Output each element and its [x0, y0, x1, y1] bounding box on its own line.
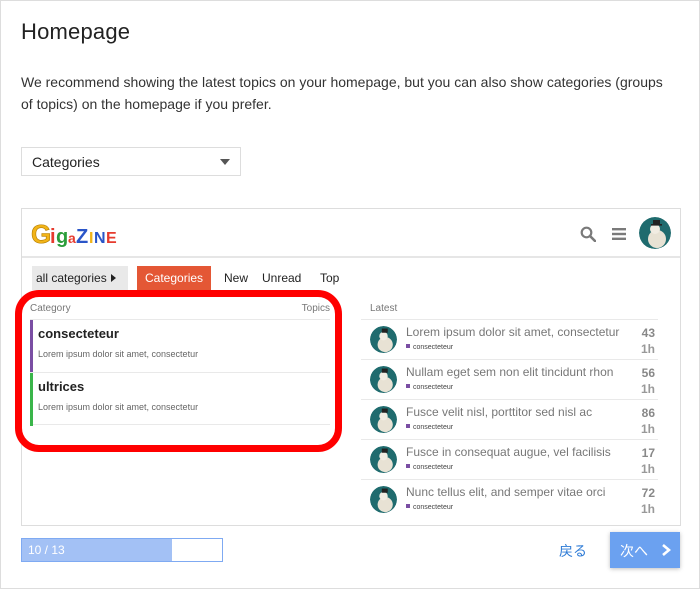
- categories-column: Category Topics consecteteur Lorem ipsum…: [30, 299, 330, 426]
- user-avatar[interactable]: [639, 217, 671, 249]
- svg-text:i: i: [50, 226, 56, 248]
- svg-text:E: E: [106, 230, 117, 247]
- category-square-icon: [406, 504, 410, 508]
- topic-age: 1h: [640, 382, 655, 396]
- all-categories-dropdown[interactable]: all categories: [32, 266, 128, 290]
- wizard-step-panel: Homepage We recommend showing the latest…: [0, 0, 700, 589]
- categories-column-header: Category Topics: [30, 299, 330, 319]
- tab-categories[interactable]: Categories: [137, 266, 212, 290]
- user-avatar: [370, 366, 397, 393]
- topics-header-label: Topics: [301, 303, 330, 314]
- back-button[interactable]: 戻る: [559, 541, 587, 561]
- all-categories-label: all categories: [36, 271, 107, 285]
- topic-category-tag: consecteteur: [406, 424, 453, 431]
- search-icon[interactable]: [580, 226, 596, 242]
- topic-age: 1h: [640, 422, 655, 436]
- page-description: We recommend showing the latest topics o…: [21, 74, 663, 112]
- topic-title[interactable]: Fusce in consequat augue, vel facilisis: [406, 445, 636, 459]
- latest-topic-row[interactable]: Nullam eget sem non elit tincidunt rhon c…: [361, 359, 658, 399]
- latest-topic-row[interactable]: Nunc tellus elit, and semper vitae orci c…: [361, 479, 658, 519]
- topic-title[interactable]: Lorem ipsum dolor sit amet, consectetur: [406, 325, 636, 339]
- category-square-icon: [406, 344, 410, 348]
- latest-topic-row[interactable]: Lorem ipsum dolor sit amet, consectetur c…: [361, 319, 658, 359]
- topic-category-tag: consecteteur: [406, 464, 453, 471]
- category-row[interactable]: ultrices Lorem ipsum dolor sit amet, con…: [30, 372, 330, 426]
- svg-text:g: g: [56, 226, 68, 248]
- svg-text:N: N: [94, 230, 106, 247]
- user-avatar: [370, 326, 397, 353]
- category-square-icon: [406, 384, 410, 388]
- hamburger-menu-icon[interactable]: [611, 226, 627, 242]
- caret-right-icon: [110, 274, 116, 282]
- wizard-progress-bar: 10 / 13: [21, 538, 223, 562]
- category-name: consecteteur: [38, 326, 119, 341]
- homepage-style-value: Categories: [32, 154, 100, 170]
- topic-age: 1h: [640, 462, 655, 476]
- category-row[interactable]: consecteteur Lorem ipsum dolor sit amet,…: [30, 319, 330, 373]
- category-description: Lorem ipsum dolor sit amet, consectetur: [38, 402, 199, 412]
- tab-new[interactable]: New: [224, 266, 248, 290]
- category-name: ultrices: [38, 379, 85, 394]
- category-header-label: Category: [30, 303, 71, 314]
- topic-category-tag: consecteteur: [406, 344, 453, 351]
- latest-column: Latest Lorem ipsum dolor sit amet, conse…: [361, 299, 658, 519]
- topic-post-count: 17: [641, 446, 655, 460]
- category-square-icon: [406, 464, 410, 468]
- homepage-style-select[interactable]: Categories: [21, 147, 241, 176]
- topic-category-tag: consecteteur: [406, 384, 453, 391]
- topic-post-count: 72: [641, 486, 655, 500]
- topic-age: 1h: [640, 342, 655, 356]
- homepage-preview: G i g a Z I N E all categories Categorie…: [21, 208, 681, 526]
- chevron-right-icon: [662, 544, 671, 556]
- tab-unread[interactable]: Unread: [262, 266, 301, 290]
- topic-post-count: 43: [641, 326, 655, 340]
- topic-category-label: consecteteur: [413, 504, 454, 511]
- topic-age: 1h: [640, 502, 655, 516]
- topic-category-label: consecteteur: [413, 384, 454, 391]
- latest-header: Latest: [370, 303, 398, 314]
- user-avatar: [370, 406, 397, 433]
- progress-label: 10 / 13: [28, 543, 65, 557]
- next-button-label: 次へ: [620, 544, 648, 560]
- preview-header: G i g a Z I N E: [22, 209, 680, 258]
- user-avatar: [370, 486, 397, 513]
- svg-text:a: a: [68, 230, 76, 246]
- gigazine-logo: G i g a Z I N E: [31, 219, 117, 248]
- topic-category-label: consecteteur: [413, 424, 454, 431]
- svg-text:G: G: [31, 219, 51, 248]
- svg-text:Z: Z: [76, 226, 88, 248]
- topic-title[interactable]: Fusce velit nisl, porttitor sed nisl ac: [406, 405, 636, 419]
- topic-category-tag: consecteteur: [406, 504, 453, 511]
- category-square-icon: [406, 424, 410, 428]
- tab-top[interactable]: Top: [320, 266, 339, 290]
- topic-category-label: consecteteur: [413, 344, 454, 351]
- topic-title[interactable]: Nunc tellus elit, and semper vitae orci: [406, 485, 636, 499]
- latest-topic-list: Lorem ipsum dolor sit amet, consectetur c…: [361, 319, 658, 519]
- latest-topic-row[interactable]: Fusce velit nisl, porttitor sed nisl ac c…: [361, 399, 658, 439]
- svg-text:I: I: [89, 230, 93, 247]
- topic-title[interactable]: Nullam eget sem non elit tincidunt rhon: [406, 365, 636, 379]
- category-color-bar: [30, 373, 33, 426]
- user-avatar: [370, 446, 397, 473]
- chevron-down-icon: [220, 159, 230, 165]
- next-button[interactable]: 次へ: [610, 532, 680, 568]
- topic-category-label: consecteteur: [413, 464, 454, 471]
- topic-post-count: 56: [641, 366, 655, 380]
- latest-topic-row[interactable]: Fusce in consequat augue, vel facilisis c…: [361, 439, 658, 479]
- category-color-bar: [30, 320, 33, 373]
- topic-post-count: 86: [641, 406, 655, 420]
- page-title: Homepage: [21, 19, 131, 44]
- category-description: Lorem ipsum dolor sit amet, consectetur: [38, 349, 199, 359]
